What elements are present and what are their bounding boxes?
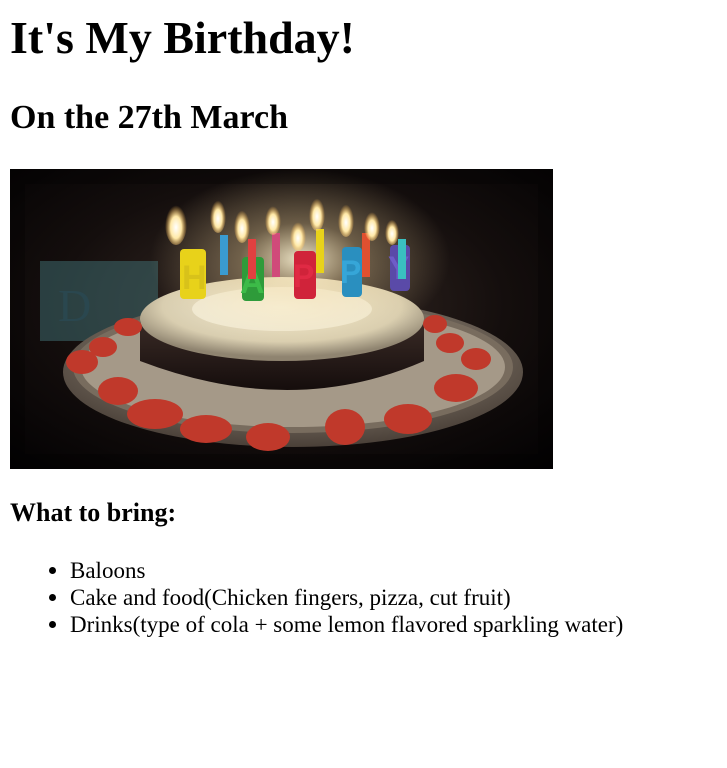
what-to-bring-heading: What to bring:	[10, 498, 177, 527]
list-item-label: Baloons	[70, 558, 146, 583]
list-item-label: Cake and food(Chicken fingers, pizza, cu…	[70, 585, 511, 610]
list-item-label: Drinks(type of cola + some lemon flavore…	[70, 612, 624, 637]
birthday-cake-photo: D H A P P	[10, 169, 553, 469]
bullet-icon	[49, 567, 56, 574]
svg-text:D: D	[58, 280, 91, 331]
page-title: It's My Birthday!	[10, 12, 355, 63]
page-subtitle: On the 27th March	[10, 99, 288, 136]
bring-list: Baloons Cake and food(Chicken fingers, p…	[10, 557, 623, 638]
svg-text:H: H	[182, 259, 207, 297]
list-item: Drinks(type of cola + some lemon flavore…	[49, 611, 624, 638]
bullet-icon	[49, 621, 56, 628]
svg-text:P: P	[340, 254, 361, 290]
list-item: Cake and food(Chicken fingers, pizza, cu…	[49, 584, 623, 611]
bullet-icon	[49, 594, 56, 601]
svg-text:P: P	[293, 258, 314, 294]
list-item: Baloons	[49, 557, 623, 584]
